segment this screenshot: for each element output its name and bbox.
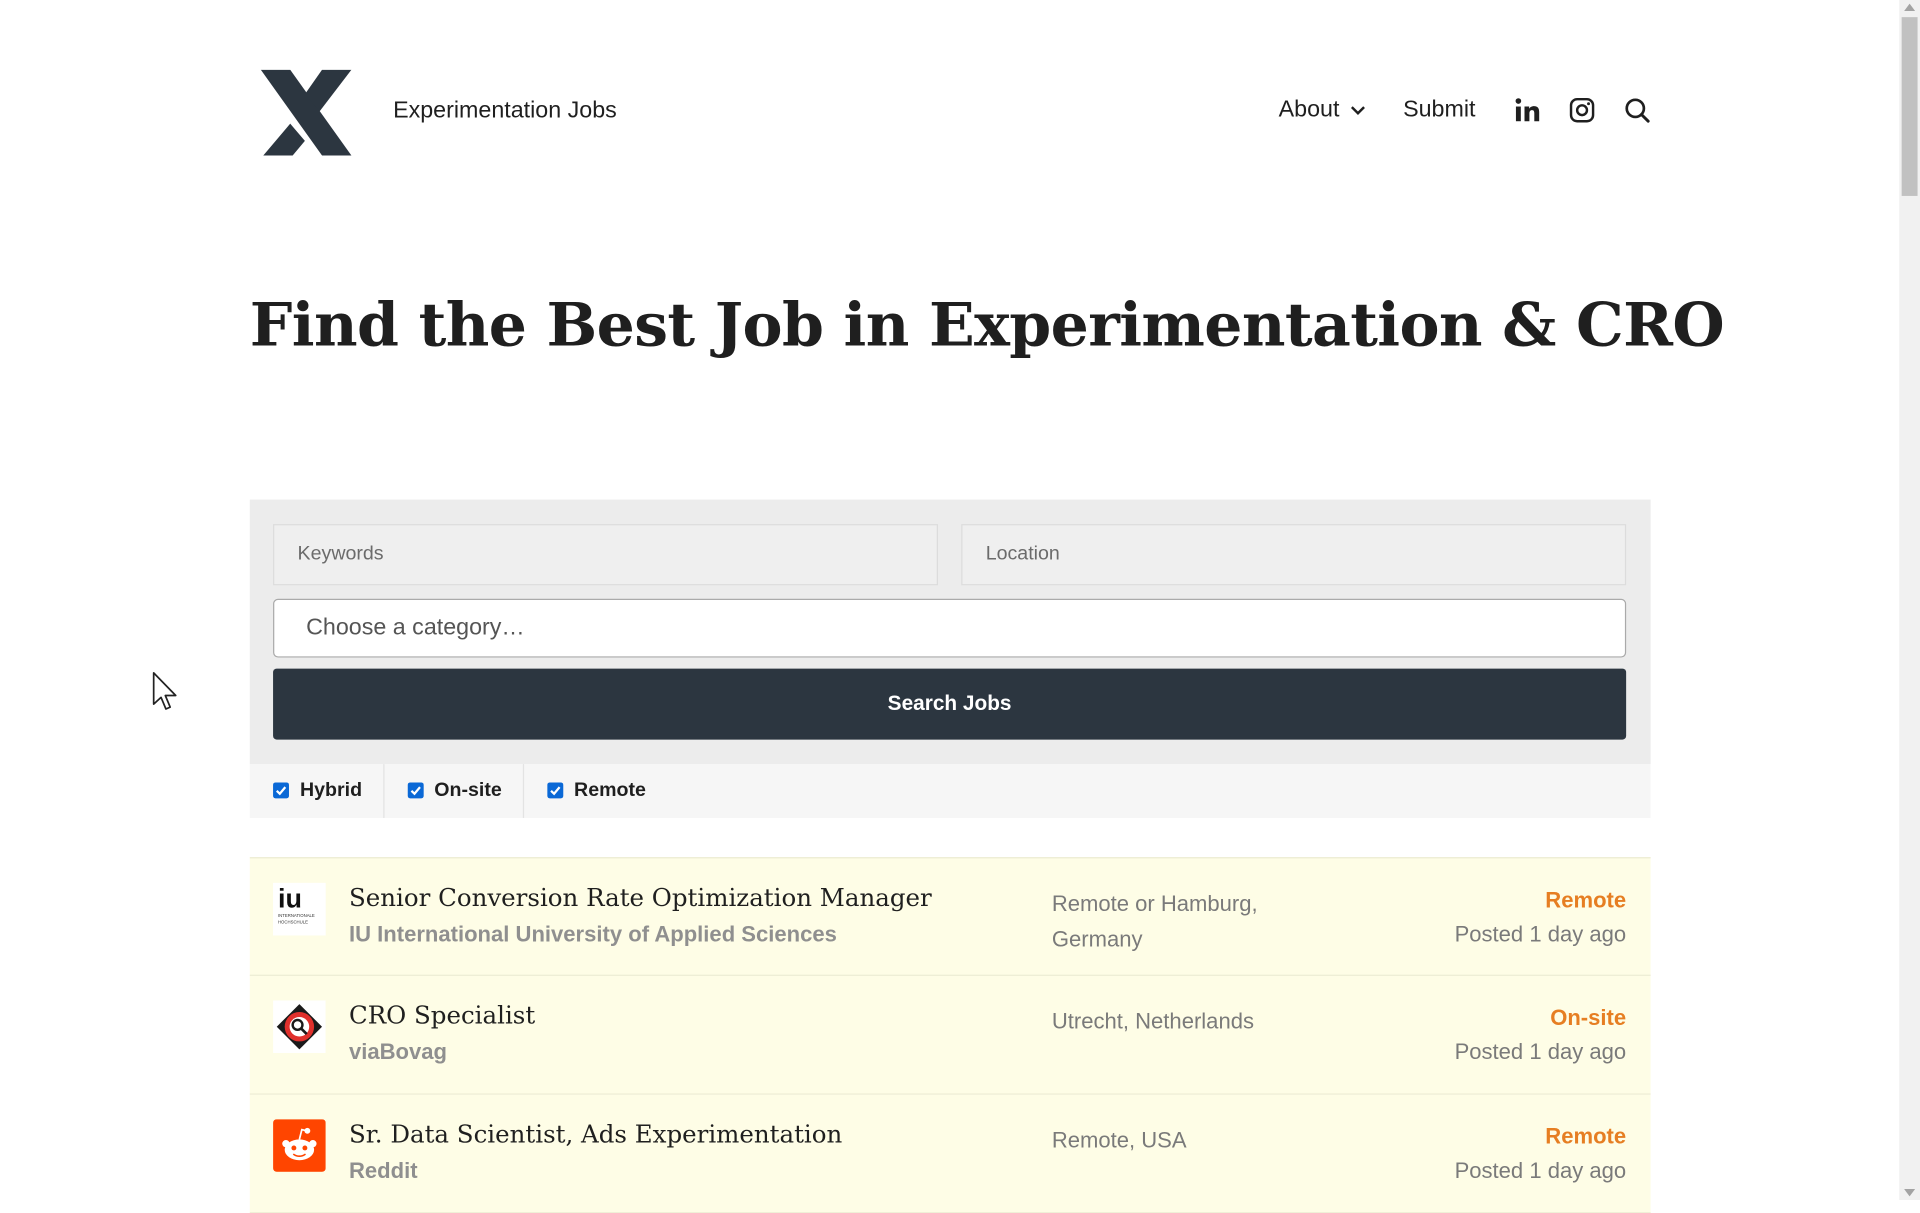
logo-subtext: INTERNATIONALE HOCHSCHULE: [277, 913, 315, 924]
job-type: Remote: [1545, 887, 1627, 913]
scrollbar-thumb[interactable]: [1901, 17, 1918, 196]
company-logo-iu: iu INTERNATIONALE HOCHSCHULE: [273, 882, 326, 936]
on-site-checkbox[interactable]: [407, 781, 424, 798]
filter-label: Remote: [574, 780, 646, 801]
job-type: On-site: [1550, 1005, 1627, 1030]
location-input[interactable]: [961, 524, 1627, 586]
category-select[interactable]: Choose a category…: [273, 598, 1627, 658]
logo-text: iu: [277, 882, 302, 914]
scroll-down-arrow-icon[interactable]: [1904, 1188, 1916, 1197]
filter-label: Hybrid: [300, 780, 363, 801]
site-title[interactable]: Experimentation Jobs: [393, 98, 617, 125]
search-icon[interactable]: [1622, 96, 1651, 125]
category-placeholder: Choose a category…: [306, 614, 525, 641]
job-type: Remote: [1545, 1124, 1627, 1149]
instagram-icon[interactable]: [1567, 96, 1596, 125]
job-posted: Posted 1 day ago: [1454, 1158, 1627, 1183]
job-type-filters: Hybrid On-site Remote: [249, 764, 1651, 818]
filter-on-site[interactable]: On-site: [384, 764, 524, 818]
nav-about[interactable]: About: [1279, 97, 1367, 124]
job-listing[interactable]: CRO Specialist viaBovag Utrecht, Netherl…: [249, 975, 1651, 1095]
nav-about-label: About: [1278, 96, 1340, 123]
chevron-down-icon: [1350, 106, 1365, 115]
job-title[interactable]: CRO Specialist: [349, 1000, 535, 1029]
company-logo-viabovag: [273, 1000, 326, 1054]
job-company: viaBovag: [348, 1039, 447, 1065]
scroll-up-arrow-icon[interactable]: [1904, 3, 1916, 12]
job-location: Remote or Hamburg, Germany: [1051, 891, 1258, 952]
check-icon: [275, 785, 287, 795]
search-jobs-button[interactable]: Search Jobs: [273, 668, 1627, 740]
job-company: Reddit: [348, 1158, 418, 1183]
filter-remote[interactable]: Remote: [524, 764, 667, 818]
job-company: IU International University of Applied S…: [348, 922, 837, 947]
site-logo[interactable]: [258, 69, 354, 156]
nav-submit[interactable]: Submit: [1403, 97, 1475, 124]
company-logo-reddit: [273, 1119, 326, 1172]
check-icon: [550, 785, 561, 795]
keywords-input[interactable]: [273, 524, 938, 586]
job-location: Remote, USA: [1051, 1127, 1187, 1153]
job-listings: iu INTERNATIONALE HOCHSCHULE Senior Conv…: [249, 857, 1651, 1213]
remote-checkbox[interactable]: [547, 781, 564, 798]
check-icon: [410, 785, 421, 795]
page-title: Find the Best Job in Experimentation & C…: [249, 288, 1725, 361]
page-scrollbar[interactable]: [1899, 0, 1920, 1201]
job-title[interactable]: Senior Conversion Rate Optimization Mana…: [349, 883, 932, 912]
job-listing[interactable]: iu INTERNATIONALE HOCHSCHULE Senior Conv…: [249, 857, 1651, 976]
job-posted: Posted 1 day ago: [1454, 922, 1627, 947]
job-search-form: Choose a category… Search Jobs: [249, 499, 1651, 765]
main-nav: About Submit: [1279, 96, 1652, 125]
filter-label: On-site: [434, 780, 502, 801]
linkedin-icon[interactable]: [1512, 96, 1541, 125]
job-posted: Posted 1 day ago: [1454, 1039, 1627, 1065]
job-location: Utrecht, Netherlands: [1051, 1008, 1254, 1034]
job-listing[interactable]: Sr. Data Scientist, Ads Experimentation …: [249, 1094, 1651, 1213]
filter-hybrid[interactable]: Hybrid: [250, 764, 385, 818]
mouse-pointer-icon: [152, 672, 177, 710]
job-title[interactable]: Sr. Data Scientist, Ads Experimentation: [349, 1119, 842, 1148]
hybrid-checkbox[interactable]: [273, 781, 289, 798]
